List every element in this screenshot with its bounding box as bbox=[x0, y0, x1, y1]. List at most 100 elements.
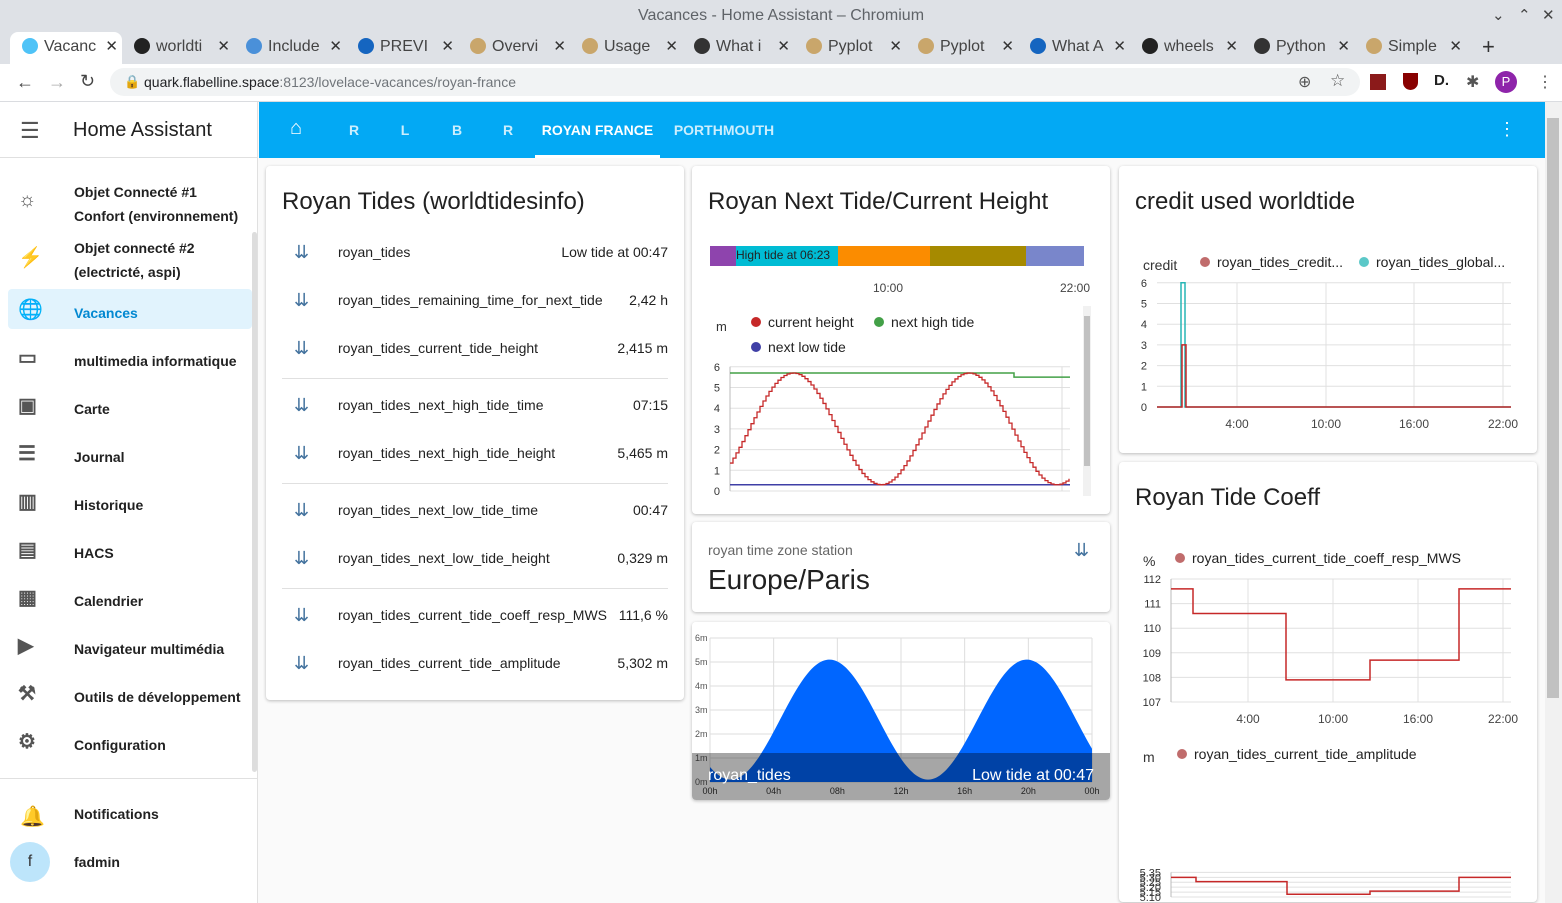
tab-title: worldti bbox=[156, 38, 203, 55]
profile-icon[interactable]: P bbox=[1495, 71, 1517, 93]
scrollbar-thumb[interactable] bbox=[1547, 118, 1559, 698]
close-tab-icon[interactable]: ✕ bbox=[777, 32, 790, 62]
close-tab-icon[interactable]: ✕ bbox=[553, 32, 566, 62]
browser-tab[interactable]: Overvi ✕ bbox=[458, 32, 570, 64]
entity-row[interactable]: ⇊ royan_tides_next_high_tide_height 5,465 … bbox=[266, 435, 684, 475]
dashlane-icon[interactable]: D. bbox=[1434, 72, 1449, 89]
sidebar-item-10[interactable]: ⚒ Outils de développement bbox=[8, 673, 252, 713]
timeline-segment bbox=[930, 246, 1026, 266]
browser-tab[interactable]: Include ✕ bbox=[234, 32, 346, 64]
puzzle-icon[interactable]: ✱ bbox=[1466, 72, 1479, 92]
y-unit: credit bbox=[1143, 257, 1177, 273]
tab-title: What A bbox=[1052, 38, 1104, 55]
sidebar-item-0[interactable]: ☼ Objet Connecté #1 Confort (environnemen… bbox=[8, 176, 252, 228]
forward-icon[interactable]: → bbox=[48, 72, 66, 93]
reload-icon[interactable]: ↻ bbox=[80, 71, 95, 92]
sidebar-item-6[interactable]: ▥ Historique bbox=[8, 481, 252, 521]
y-tick: 1 bbox=[714, 465, 720, 477]
favicon-icon bbox=[1366, 38, 1382, 54]
menu-icon[interactable]: ☰ bbox=[20, 118, 40, 144]
next-tide-chart: 10:00 22:00 m current height next high tide n… bbox=[710, 246, 1091, 498]
entity-name: royan_tides_next_low_tide_time bbox=[338, 502, 539, 518]
sidebar-item-8[interactable]: ▦ Calendrier bbox=[8, 577, 252, 617]
close-tab-icon[interactable]: ✕ bbox=[1225, 32, 1238, 62]
header-tab-3[interactable]: R bbox=[494, 102, 522, 158]
address-bar[interactable]: quark.flabelline.space:8123/lovelace-vac… bbox=[110, 68, 1360, 96]
entity-row[interactable]: ⇊ royan_tides_next_high_tide_time 07:15 bbox=[266, 387, 684, 427]
minimize-icon[interactable]: ⌄ bbox=[1492, 0, 1505, 32]
close-tab-icon[interactable]: ✕ bbox=[889, 32, 902, 62]
menu-dots-icon[interactable]: ⋮ bbox=[1537, 72, 1553, 92]
tide-picture-card[interactable]: 0m1m2m3m4m5m6m00h04h08h12h16h20h00h roya… bbox=[692, 622, 1110, 800]
home-icon[interactable]: ⌂ bbox=[290, 117, 302, 140]
bell-icon[interactable]: 🔔 bbox=[20, 804, 45, 829]
entity-row[interactable]: ⇊ royan_tides_current_tide_coeff_resp_MWS… bbox=[266, 597, 684, 637]
entity-row[interactable]: ⇊ royan_tides_current_tide_amplitude 5,302… bbox=[266, 645, 684, 685]
close-tab-icon[interactable]: ✕ bbox=[441, 32, 454, 62]
sidebar-item-1[interactable]: ⚡ Objet connecté #2 (electricté, aspi) bbox=[8, 232, 252, 284]
favicon-icon bbox=[246, 38, 262, 54]
close-tab-icon[interactable]: ✕ bbox=[1337, 32, 1350, 62]
entity-name: royan_tides_current_tide_coeff_resp_MWS bbox=[338, 607, 608, 623]
lock-icon[interactable]: 🔒 bbox=[124, 74, 140, 90]
new-tab-icon[interactable]: + bbox=[1482, 34, 1495, 60]
maximize-icon[interactable]: ⌃ bbox=[1518, 0, 1531, 32]
close-tab-icon[interactable]: ✕ bbox=[329, 32, 342, 62]
browser-tab[interactable]: Pyplot ✕ bbox=[906, 32, 1018, 64]
browser-tab[interactable]: What A ✕ bbox=[1018, 32, 1130, 64]
star-icon[interactable]: ☆ bbox=[1330, 71, 1345, 91]
browser-tab[interactable]: Simple ✕ bbox=[1354, 32, 1466, 64]
browser-tab[interactable]: worldti ✕ bbox=[122, 32, 234, 64]
close-tab-icon[interactable]: ✕ bbox=[217, 32, 230, 62]
close-tab-icon[interactable]: ✕ bbox=[1113, 32, 1126, 62]
header-tab-4[interactable]: ROYAN FRANCE bbox=[535, 102, 660, 158]
browser-tab[interactable]: Pyplot ✕ bbox=[794, 32, 906, 64]
browser-tab[interactable]: What i ✕ bbox=[682, 32, 794, 64]
favicon-icon bbox=[918, 38, 934, 54]
user-name[interactable]: fadmin bbox=[74, 854, 120, 870]
sidebar-item-5[interactable]: ☰ Journal bbox=[8, 433, 252, 473]
header-tab-2[interactable]: B bbox=[443, 102, 471, 158]
sidebar-item-11[interactable]: ⚙ Configuration bbox=[8, 721, 252, 761]
entity-row[interactable]: ⇊ royan_tides_next_low_tide_time 00:47 bbox=[266, 492, 684, 532]
entity-row[interactable]: ⇊ royan_tides_current_tide_height 2,415 m bbox=[266, 330, 684, 370]
sidebar-item-2[interactable]: 🌐 Vacances bbox=[8, 289, 252, 329]
close-tab-icon[interactable]: ✕ bbox=[1001, 32, 1014, 62]
notifications-item[interactable]: Notifications bbox=[74, 806, 159, 822]
favicon-icon bbox=[1254, 38, 1270, 54]
chevron-double-down-icon[interactable]: ⇊ bbox=[1074, 540, 1089, 561]
favicon-icon bbox=[582, 38, 598, 54]
chevron-double-down-icon: ⇊ bbox=[294, 443, 310, 463]
close-tab-icon[interactable]: ✕ bbox=[105, 32, 118, 62]
entity-row[interactable]: ⇊ royan_tides_remaining_time_for_next_tid… bbox=[266, 282, 684, 322]
legend-label: royan_tides_current_tide_coeff_resp_MWS bbox=[1192, 550, 1461, 566]
add-icon[interactable]: ⊕ bbox=[1298, 72, 1311, 92]
browser-tab[interactable]: Vacanc ✕ bbox=[10, 32, 122, 64]
close-tab-icon[interactable]: ✕ bbox=[1449, 32, 1462, 62]
browser-tab[interactable]: PREVI ✕ bbox=[346, 32, 458, 64]
header-tab-5[interactable]: PORTHMOUTH bbox=[664, 102, 784, 158]
extension-icon[interactable] bbox=[1370, 74, 1386, 90]
sidebar-item-3[interactable]: ▭ multimedia informatique bbox=[8, 337, 252, 377]
avatar[interactable]: f bbox=[10, 842, 50, 882]
sidebar-item-7[interactable]: ▤ HACS bbox=[8, 529, 252, 569]
entity-name: royan_tides bbox=[338, 244, 411, 260]
entity-row[interactable]: ⇊ royan_tides_next_low_tide_height 0,329 m bbox=[266, 540, 684, 580]
close-tab-icon[interactable]: ✕ bbox=[665, 32, 678, 62]
entity-row[interactable]: ⇊ royan_tides Low tide at 00:47 bbox=[266, 234, 684, 274]
more-vert-icon[interactable]: ⋮ bbox=[1498, 119, 1516, 140]
browser-tab[interactable]: wheels ✕ bbox=[1130, 32, 1242, 64]
close-window-icon[interactable]: ✕ bbox=[1542, 0, 1555, 32]
entity-name: royan_tides_next_low_tide_height bbox=[338, 550, 550, 566]
browser-tab[interactable]: Python ✕ bbox=[1242, 32, 1354, 64]
y-tick: 3 bbox=[1141, 340, 1147, 352]
browser-tab[interactable]: Usage ✕ bbox=[570, 32, 682, 64]
calendar-icon: ▦ bbox=[18, 587, 37, 609]
sidebar-scrollbar[interactable] bbox=[252, 232, 257, 772]
ublock-icon[interactable] bbox=[1403, 73, 1418, 90]
back-icon[interactable]: ← bbox=[16, 72, 34, 93]
sidebar-item-9[interactable]: ▶ Navigateur multimédia bbox=[8, 625, 252, 665]
header-tab-0[interactable]: R bbox=[340, 102, 368, 158]
header-tab-1[interactable]: L bbox=[391, 102, 419, 158]
sidebar-item-4[interactable]: ▣ Carte bbox=[8, 385, 252, 425]
